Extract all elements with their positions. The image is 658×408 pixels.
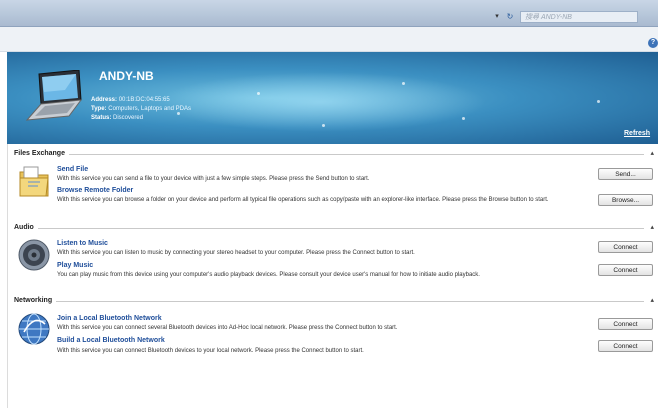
- globe-network-icon: [18, 313, 50, 345]
- listen-music-link[interactable]: Listen to Music: [57, 240, 108, 247]
- collapse-icon[interactable]: ▴: [650, 296, 654, 306]
- banner-glow: [157, 72, 487, 132]
- type-label: Type:: [91, 106, 107, 112]
- device-banner: ANDY-NB Address: 00:1B:DC:04:55:65 Type:…: [7, 52, 658, 144]
- build-network-description: With this service you can connect Blueto…: [57, 348, 364, 354]
- sparkle: [597, 100, 600, 103]
- type-value: Computers, Laptops and PDAs: [108, 106, 191, 112]
- collapse-icon[interactable]: ▴: [650, 223, 654, 233]
- join-network-link[interactable]: Join a Local Bluetooth Network: [57, 315, 162, 322]
- listen-music-description: With this service you can listen to musi…: [57, 250, 415, 256]
- status-label: Status:: [91, 115, 112, 121]
- browse-folder-link[interactable]: Browse Remote Folder: [57, 187, 133, 194]
- help-icon[interactable]: ?: [648, 38, 658, 48]
- play-connect-button[interactable]: Connect: [598, 264, 653, 276]
- section-divider: [14, 301, 644, 302]
- send-file-link[interactable]: Send File: [57, 166, 88, 173]
- search-input[interactable]: 搜尋 ANDY-NB: [520, 11, 638, 23]
- sparkle: [462, 117, 465, 120]
- device-details: Address: 00:1B:DC:04:55:65 Type: Compute…: [91, 96, 191, 123]
- section-divider: [14, 154, 644, 155]
- browse-folder-description: With this service you can browse a folde…: [57, 197, 549, 203]
- sparkle: [402, 82, 405, 85]
- status-value: Discovered: [113, 115, 144, 121]
- address-bar: ▾ ↻ 搜尋 ANDY-NB: [0, 0, 658, 27]
- section-title: Networking: [14, 296, 57, 306]
- folder-file-icon: [19, 166, 49, 197]
- frame-border: [7, 144, 8, 408]
- sparkle: [257, 92, 260, 95]
- build-network-link[interactable]: Build a Local Bluetooth Network: [57, 337, 165, 344]
- speaker-icon: [18, 239, 50, 271]
- collapse-icon[interactable]: ▴: [650, 149, 654, 159]
- send-file-description: With this service you can send a file to…: [57, 176, 370, 182]
- sparkle: [322, 124, 325, 127]
- dropdown-arrow-icon[interactable]: ▾: [492, 12, 502, 22]
- device-name: ANDY-NB: [99, 69, 154, 83]
- address-label: Address:: [91, 97, 118, 103]
- play-music-link[interactable]: Play Music: [57, 262, 93, 269]
- address-value: 00:1B:DC:04:55:65: [118, 97, 170, 103]
- refresh-link[interactable]: Refresh: [624, 130, 650, 137]
- join-network-description: With this service you can connect severa…: [57, 325, 398, 331]
- section-title: Files Exchange: [14, 149, 69, 159]
- section-divider: [14, 228, 644, 229]
- toolbar: [0, 27, 658, 52]
- refresh-icon[interactable]: ↻: [504, 12, 516, 22]
- play-music-description: You can play music from this device usin…: [57, 272, 480, 278]
- section-audio[interactable]: Audio ▴: [14, 223, 654, 233]
- laptop-icon: [25, 70, 83, 121]
- browse-button[interactable]: Browse...: [598, 194, 653, 206]
- join-connect-button[interactable]: Connect: [598, 318, 653, 330]
- listen-connect-button[interactable]: Connect: [598, 241, 653, 253]
- section-files-exchange[interactable]: Files Exchange ▴: [14, 149, 654, 159]
- send-button[interactable]: Send...: [598, 168, 653, 180]
- build-connect-button[interactable]: Connect: [598, 340, 653, 352]
- section-networking[interactable]: Networking ▴: [14, 296, 654, 306]
- section-title: Audio: [14, 223, 38, 233]
